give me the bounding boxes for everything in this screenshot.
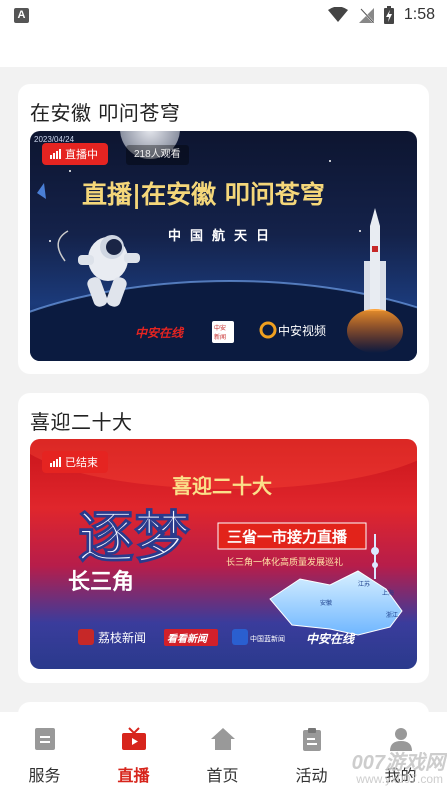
clipboard-icon <box>303 728 321 751</box>
banner-art: 中安在线 中安 新闻 中安视频 直播|在安徽 叩问苍穹 中国航天日 <box>30 131 417 361</box>
tab-home[interactable]: 首页 <box>178 712 267 794</box>
signal-bars-icon <box>50 149 61 159</box>
tab-label: 首页 <box>206 766 239 785</box>
map-label-jiangsu: 江苏 <box>358 580 370 588</box>
battery-charging-icon <box>383 6 394 24</box>
ended-status-badge: 已结束 <box>42 451 108 473</box>
banner-headline: 直播|在安徽 叩问苍穹 <box>82 180 325 209</box>
banner-headline: 喜迎二十大 <box>172 474 272 498</box>
banner-art: 喜迎二十大 逐梦 长三角 三省一市接力直播 长三角一体化高质量发展巡礼 江苏 上… <box>30 439 417 646</box>
tab-live[interactable]: 直播 <box>89 712 178 794</box>
badge-label: 直播中 <box>65 149 98 161</box>
relay-subtitle: 长三角一体化高质量发展巡礼 <box>226 556 343 568</box>
live-banner[interactable]: 中安在线 中安 新闻 中安视频 直播|在安徽 叩问苍穹 中国航天日 2023/0… <box>30 131 417 361</box>
map-label-shanghai: 上海 <box>382 589 394 597</box>
tab-activity[interactable]: 活动 <box>267 712 356 794</box>
live-banner[interactable]: 喜迎二十大 逐梦 长三角 三省一市接力直播 长三角一体化高质量发展巡礼 江苏 上… <box>30 439 417 669</box>
banner-big-text: 逐梦 <box>78 505 190 571</box>
tab-label: 服务 <box>28 766 61 785</box>
status-bar: A 1:58 <box>0 0 447 32</box>
map-label-anhui: 安徽 <box>320 599 332 607</box>
relay-title: 三省一市接力直播 <box>227 528 348 546</box>
live-card[interactable]: 在安徽 叩问苍穹 中安在线 中安 新闻 中安视频 直播|在安徽 叩问苍穹 中国航… <box>18 84 429 374</box>
watermark-text: 007游戏网 <box>351 752 445 774</box>
status-time: 1:58 <box>403 6 435 23</box>
map-label-zhejiang: 浙江 <box>386 611 398 619</box>
logo-zhongan-online: 中安在线 <box>135 326 185 340</box>
app-header <box>0 32 447 67</box>
logo-kankan-news: 看看新闻 <box>167 633 209 645</box>
document-icon <box>35 728 55 750</box>
signal-off-icon <box>358 8 374 23</box>
viewer-count: 218人观看 <box>126 145 189 165</box>
tab-label: 活动 <box>295 766 328 785</box>
wifi-icon <box>327 7 348 22</box>
home-icon <box>211 728 235 750</box>
tv-icon <box>122 727 146 750</box>
notification-icon: A <box>14 8 29 23</box>
logo-zhongan-online: 中安在线 <box>306 632 356 646</box>
svg-text:中安: 中安 <box>214 324 226 332</box>
signal-bars-icon <box>50 457 61 467</box>
card-title: 喜迎二十大 <box>30 410 133 434</box>
live-card[interactable]: 喜迎二十大 喜迎二十大 逐梦 长三角 三省一市接力直播 长三角一体化高质量发展巡… <box>18 393 429 683</box>
banner-subtitle: 中国航天日 <box>168 228 278 244</box>
tab-service[interactable]: 服务 <box>0 712 89 794</box>
badge-label: 已结束 <box>65 457 98 469</box>
logo-zhongan-video: 中安视频 <box>278 323 326 338</box>
tab-label: 直播 <box>117 766 150 785</box>
card-title: 在安徽 叩问苍穹 <box>30 101 181 125</box>
svg-text:新闻: 新闻 <box>214 333 226 341</box>
logo-lizhi-news: 荔枝新闻 <box>98 630 146 645</box>
banner-side-text: 长三角 <box>68 569 134 595</box>
live-status-badge: 直播中 <box>42 143 108 165</box>
watermark-url: www.yx007.com <box>356 772 443 786</box>
logo-china-blue: 中国蓝新闻 <box>250 634 285 643</box>
